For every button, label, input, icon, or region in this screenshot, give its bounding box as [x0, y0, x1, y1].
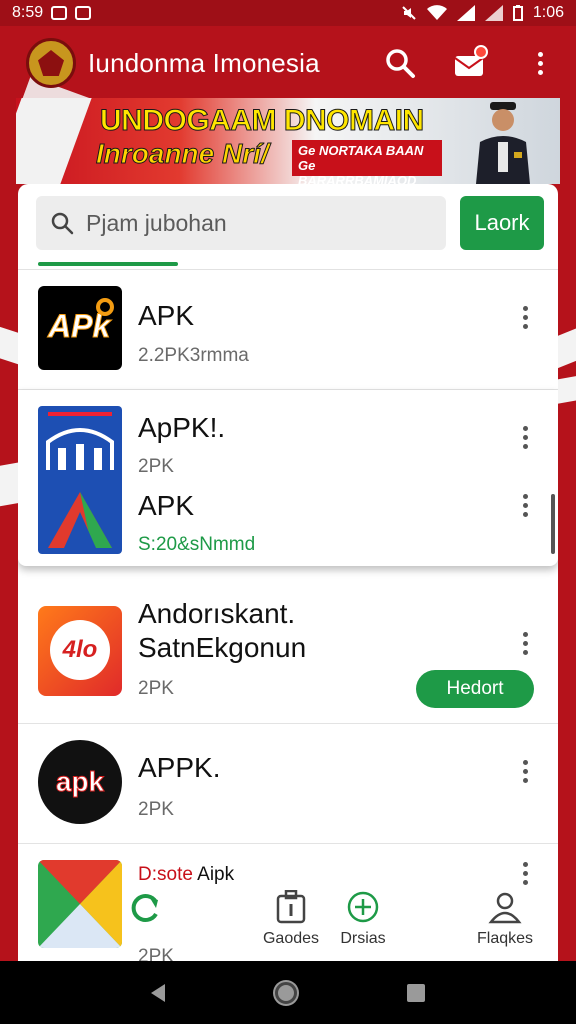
search-icon [51, 212, 74, 235]
app-subtitle: S:20&sNmmd [138, 534, 256, 555]
search-input[interactable]: Pjam jubohan [36, 196, 446, 250]
messages-button[interactable] [450, 43, 490, 83]
app-subtitle: 2PK [138, 678, 174, 699]
more-options-icon[interactable] [520, 760, 530, 783]
more-options-icon[interactable] [520, 632, 530, 655]
notification-badge [474, 45, 488, 59]
more-options-icon[interactable] [520, 426, 530, 449]
app-subtitle: 2PK [138, 946, 174, 961]
install-button[interactable]: Hedort [416, 670, 534, 708]
apk-app-icon: APk [38, 286, 122, 370]
banner-chip: Ge NORTAKA BAAN Ge BARARRBAMIAOD [292, 140, 442, 184]
app-list-sheet: Pjam jubohan Laork APk APK 2.2PK3rmma Ap… [18, 184, 558, 961]
app-subtitle: 2.2PK3rmma [138, 345, 249, 366]
list-item[interactable]: apk APPK. 2PK [18, 724, 558, 844]
nav-item-drsias[interactable]: Drsias [318, 890, 408, 960]
app-title: APPK. [138, 752, 221, 783]
apk-app-icon: apk [38, 740, 122, 824]
status-clock: 1:06 [532, 4, 564, 21]
scrollbar[interactable] [551, 494, 555, 554]
person-icon [488, 892, 522, 924]
app-title: D:sote Aipk [138, 864, 234, 886]
wifi-icon [426, 5, 447, 20]
search-icon [386, 49, 415, 78]
app-subtitle: 2PK [138, 799, 174, 820]
app-title: APK [138, 300, 195, 331]
list-item[interactable]: 4lo Andorıskant. SatnEkgonun 2PK Hedort [18, 584, 558, 724]
transit-app-icon [38, 406, 122, 554]
app-title: ApPK!. [138, 412, 226, 443]
more-options-icon[interactable] [520, 862, 530, 885]
featured-card: ApPK!. 2PK APK S:20&sNmmd [18, 390, 558, 566]
andor-icon-text: 4lo [62, 636, 98, 663]
search-placeholder: Pjam jubohan [86, 209, 227, 236]
emblem-logo [26, 38, 76, 88]
search-area: Pjam jubohan Laork [18, 184, 558, 270]
search-submit-button[interactable]: Laork [460, 196, 544, 250]
mute-icon [402, 6, 416, 20]
app-title-line2: SatnEkgonun [138, 632, 307, 663]
app-title: Iundonma Imonesia [88, 47, 320, 78]
status-time: 8:59 [12, 4, 44, 21]
app-title-text: Aipk [197, 864, 235, 885]
nav-label: Gaodes [262, 930, 320, 947]
app-subtitle: 2PK [138, 456, 174, 477]
search-button[interactable] [380, 43, 420, 83]
banner-headline: UNDOGAAM DNOMAIN [100, 104, 425, 138]
nav-label: Flaqkes [476, 930, 534, 947]
app-title: APK [138, 490, 195, 521]
app-bar: Iundonma Imonesia [0, 26, 576, 100]
back-icon[interactable] [151, 983, 165, 1002]
tab-indicator [38, 262, 178, 266]
system-nav-bar [0, 961, 576, 1024]
info-box-icon [276, 890, 306, 924]
home-icon[interactable] [275, 981, 297, 1004]
overflow-menu-button[interactable] [520, 43, 560, 83]
maps-app-icon [38, 860, 122, 948]
refresh-icon[interactable] [128, 890, 162, 924]
andor-app-icon: 4lo [38, 606, 122, 696]
notification-icon [51, 6, 68, 20]
signal-icon-2 [484, 5, 503, 21]
apk-icon-text: apk [55, 766, 105, 798]
more-vert-icon [537, 51, 543, 75]
promo-banner[interactable]: UNDOGAAM DNOMAIN Inroanne Nrí/ Ge NORTAK… [16, 98, 560, 184]
battery-icon [512, 5, 523, 21]
image-notification-icon [75, 6, 92, 20]
plus-circle-icon [347, 891, 379, 923]
recents-icon[interactable] [407, 983, 425, 1002]
nav-label: Drsias [340, 930, 386, 947]
more-options-icon[interactable] [520, 494, 530, 517]
app-title-line1: Andorıskant. [138, 598, 296, 629]
more-options-icon[interactable] [520, 306, 530, 329]
banner-chip-line2: Ge BARARRBAMIAOD [298, 158, 417, 184]
nav-item-flaqkes[interactable]: Flaqkes [460, 890, 550, 960]
status-bar: 8:59 1:06 [0, 0, 576, 26]
app-title-prefix: D:sote [138, 864, 193, 885]
banner-chip-line1: Ge NORTAKA BAAN [298, 143, 424, 158]
officer-illustration [476, 102, 530, 184]
signal-icon [456, 5, 475, 21]
banner-subheadline: Inroanne Nrí/ [96, 138, 270, 170]
list-item[interactable]: APk APK 2.2PK3rmma [18, 270, 558, 390]
